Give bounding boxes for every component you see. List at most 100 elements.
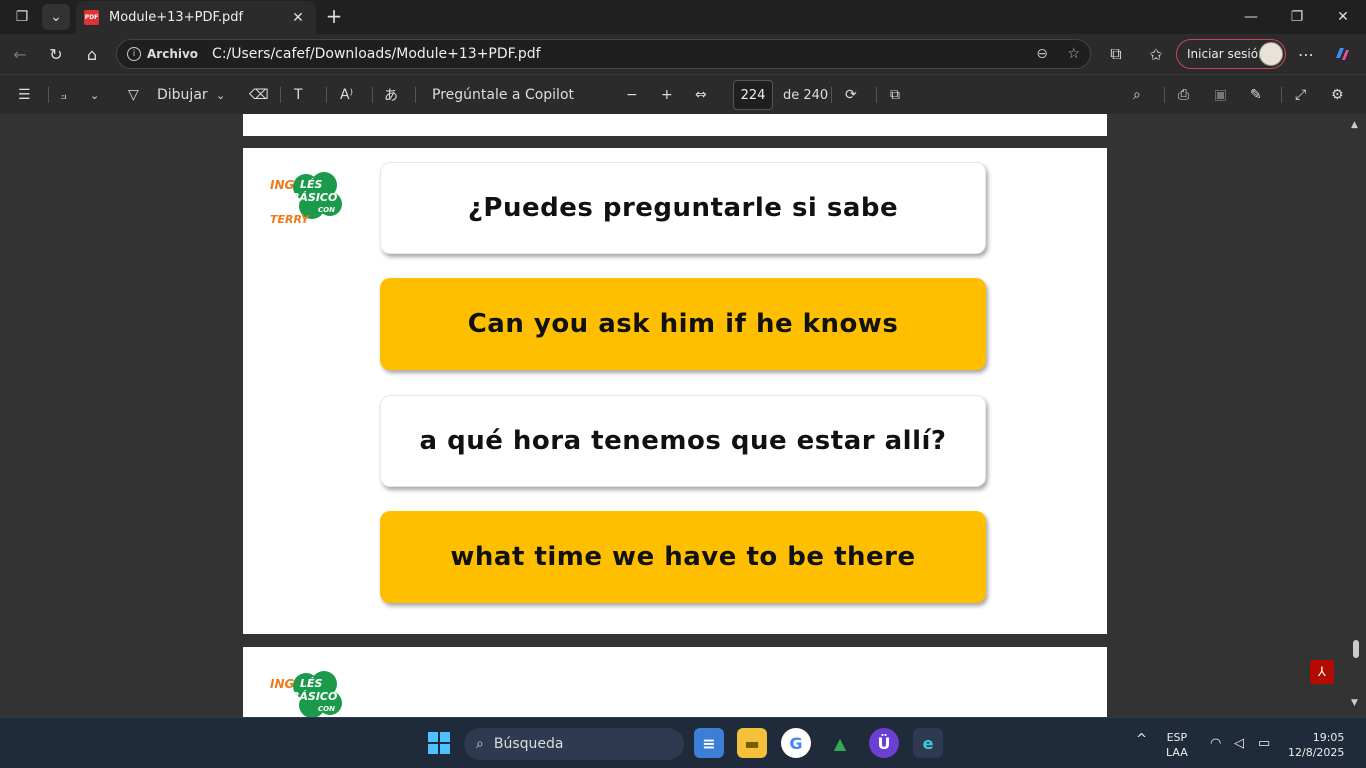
draw-icon[interactable]: ▽ — [128, 83, 139, 107]
url-text[interactable]: C:/Users/cafef/Downloads/Module+13+PDF.p… — [212, 46, 541, 62]
home-button[interactable]: ⌂ — [78, 40, 106, 68]
favorites-icon[interactable]: ✩ — [1142, 40, 1170, 68]
divider — [415, 87, 416, 103]
battery-icon[interactable]: ▭ — [1258, 736, 1270, 751]
zoom-in-icon[interactable]: + — [661, 83, 673, 107]
copilot-icon[interactable] — [1328, 40, 1356, 68]
divider — [1164, 87, 1165, 103]
scroll-up-icon[interactable]: ▲ — [1351, 120, 1358, 130]
phrase-card: Can you ask him if he knows — [380, 278, 986, 370]
scroll-down-icon[interactable]: ▼ — [1351, 698, 1358, 708]
search-icon[interactable]: ⌕ — [1133, 83, 1141, 107]
refresh-button[interactable]: ↻ — [42, 40, 70, 68]
google-drive-icon[interactable]: ▲ — [825, 728, 855, 758]
contents-icon[interactable]: ☰ — [18, 83, 31, 107]
clock-date: 12/8/2025 — [1288, 746, 1345, 759]
divider — [876, 87, 877, 103]
logo-ing: ING — [270, 178, 295, 192]
zoom-out-icon[interactable]: − — [626, 83, 638, 107]
phrase-card: what time we have to be there — [380, 511, 986, 603]
volume-icon[interactable]: ◁ — [1234, 736, 1244, 751]
title-bar: ❐ ⌄ PDF Module+13+PDF.pdf ✕ + — ❐ ✕ — [0, 0, 1366, 34]
phrase-card: a qué hora tenemos que estar allí? — [380, 395, 986, 487]
divider — [1281, 87, 1282, 103]
app-u-icon[interactable]: Ü — [869, 728, 899, 758]
divider — [48, 87, 49, 103]
wifi-icon[interactable]: ◠ — [1210, 736, 1221, 751]
previous-page — [243, 114, 1107, 136]
windows-start-icon[interactable] — [424, 728, 454, 758]
logo-terry: TERRY — [270, 213, 309, 226]
search-icon: ⌕ — [476, 736, 484, 752]
clock-time: 19:05 — [1312, 731, 1345, 744]
tab-actions-chevron-icon[interactable]: ⌄ — [42, 4, 70, 30]
minimize-button[interactable]: — — [1228, 0, 1274, 34]
lang-layout: LAA — [1166, 746, 1188, 759]
logo-con: CON — [318, 206, 335, 214]
save-as-icon[interactable]: ✎ — [1250, 83, 1262, 107]
pdf-viewer[interactable]: LÉS BÁSICO CON ING TERRY ¿Puedes pregunt… — [0, 114, 1366, 717]
vertical-scrollbar[interactable]: ▲ ▼ — [1346, 114, 1366, 717]
fullscreen-icon[interactable]: ⤢ — [1295, 83, 1306, 107]
signin-button[interactable]: Iniciar sesión — [1176, 39, 1286, 69]
address-scheme-label: Archivo — [147, 47, 199, 61]
draw-button[interactable]: Dibujar — [157, 83, 208, 107]
logo-basico: BÁSICO — [291, 191, 337, 204]
address-bar[interactable]: i Archivo C:/Users/cafef/Downloads/Modul… — [116, 39, 1091, 69]
back-button[interactable]: ← — [6, 40, 34, 68]
lang-code: ESP — [1166, 731, 1188, 744]
restore-button[interactable]: ❐ — [1274, 0, 1320, 34]
close-tab-icon[interactable]: ✕ — [290, 10, 306, 26]
tray-overflow-icon[interactable]: ^ — [1136, 732, 1147, 747]
address-bar-row: ← ↻ ⌂ i Archivo C:/Users/cafef/Downloads… — [0, 34, 1366, 74]
extensions-icon[interactable]: ⧉ — [1102, 40, 1130, 68]
workspaces-icon[interactable]: ❐ — [8, 4, 36, 30]
search-placeholder: Búsqueda — [493, 736, 564, 752]
google-chrome-icon[interactable]: G — [781, 728, 811, 758]
phrase-card: ¿Puedes preguntarle si sabe — [380, 162, 986, 254]
logo-les: LÉS — [300, 178, 323, 191]
zoom-icon[interactable]: ⊖ — [1036, 46, 1048, 62]
acrobat-icon[interactable]: ⅄ — [1310, 660, 1334, 684]
ingles-basico-logo: LÉS BÁSICO CON ING TERRY — [270, 170, 350, 228]
highlight-dropdown-icon[interactable]: ⌄ — [90, 83, 99, 107]
clover-logo-icon: LÉS BÁSICO CON — [291, 671, 342, 717]
logo-ing: ING — [270, 677, 295, 691]
page-view-icon[interactable]: ⧉ — [890, 83, 900, 107]
print-icon[interactable]: ⎙ — [1178, 83, 1189, 107]
settings-gear-icon[interactable]: ⚙ — [1331, 83, 1344, 107]
draw-dropdown-icon[interactable]: ⌄ — [216, 83, 225, 107]
pdf-page-225: LÉS BÁSICO CON ING — [243, 647, 1107, 717]
read-aloud-icon[interactable]: A⁾ — [340, 83, 353, 107]
ingles-basico-logo: LÉS BÁSICO CON ING — [270, 669, 350, 717]
logo-basico: BÁSICO — [291, 690, 337, 703]
page-number-input[interactable]: 224 — [733, 80, 773, 110]
save-icon[interactable]: ▣ — [1214, 83, 1227, 107]
avatar — [1259, 42, 1283, 66]
text-box-icon[interactable]: T — [294, 83, 303, 107]
copilot-ask-button[interactable]: Pregúntale a Copilot — [432, 83, 574, 107]
divider — [326, 87, 327, 103]
new-tab-button[interactable]: + — [322, 4, 346, 28]
file-explorer-icon[interactable]: ▬ — [737, 728, 767, 758]
favorite-star-icon[interactable]: ☆ — [1067, 46, 1080, 62]
edge-browser-icon[interactable]: e — [913, 728, 943, 758]
tab-title: Module+13+PDF.pdf — [109, 10, 244, 25]
eraser-icon[interactable]: ⌫ — [249, 83, 269, 107]
more-menu-icon[interactable]: ⋯ — [1292, 40, 1320, 68]
page-total: de 240 — [783, 87, 829, 103]
clock[interactable]: 19:05 12/8/2025 — [1288, 730, 1344, 760]
taskbar-search[interactable]: ⌕ Búsqueda — [464, 728, 684, 760]
highlight-icon[interactable]: ⟓ — [60, 83, 67, 107]
tab-pdf[interactable]: PDF Module+13+PDF.pdf ✕ — [76, 1, 316, 34]
signin-label: Iniciar sesión — [1187, 47, 1266, 61]
info-icon[interactable]: i — [127, 47, 141, 61]
language-indicator[interactable]: ESP LAA — [1166, 730, 1188, 760]
close-window-button[interactable]: ✕ — [1320, 0, 1366, 34]
translate-icon[interactable]: あ — [384, 83, 398, 107]
notepad-icon[interactable]: ≡ — [694, 728, 724, 758]
rotate-icon[interactable]: ⟳ — [845, 83, 857, 107]
taskbar: ⌕ Búsqueda ≡ ▬ G ▲ Ü e ^ ESP LAA ◠ ◁ ▭ 1… — [0, 717, 1366, 768]
scrollbar-thumb[interactable] — [1353, 640, 1359, 658]
fit-width-icon[interactable]: ⇔ — [695, 83, 707, 107]
